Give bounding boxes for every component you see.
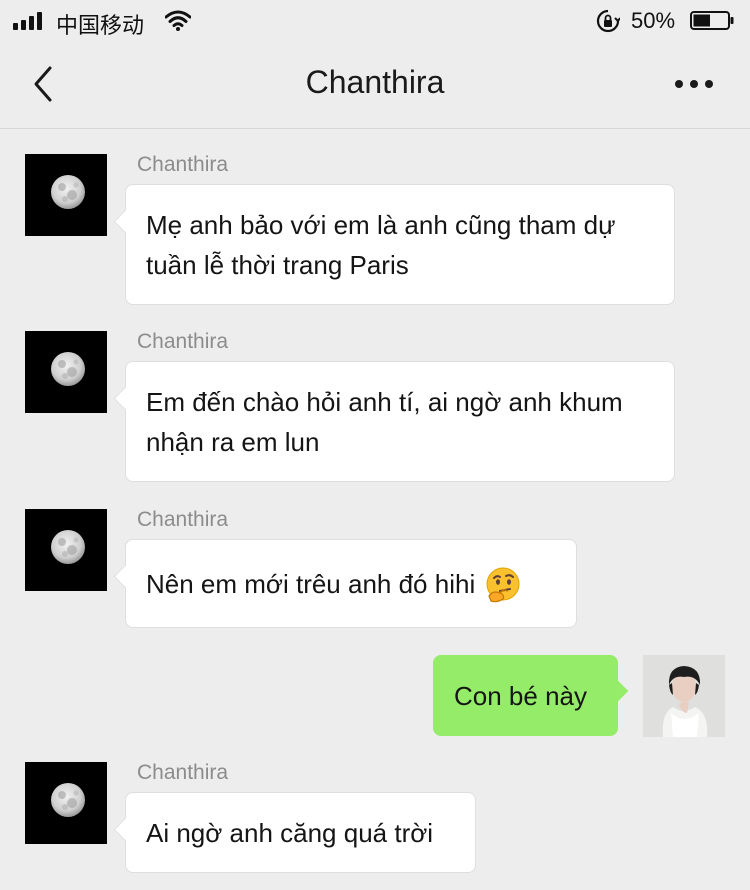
carrier-label: 中国移动 (56, 14, 145, 39)
chat-title: Chanthira (305, 64, 445, 100)
moon-avatar-image (51, 530, 85, 564)
rotation-lock-icon (596, 9, 620, 33)
sender-name: Chanthira (137, 153, 229, 176)
moon-avatar-image (51, 175, 85, 209)
wifi-icon (165, 10, 191, 31)
message-text: Nên em mới trêu anh đó hihi (146, 569, 476, 599)
message-bubble[interactable]: Em đến chào hỏi anh tí, ai ngờ anh khum … (125, 361, 675, 482)
sender-name: Chanthira (137, 508, 229, 531)
thinking-face-emoji (486, 567, 520, 603)
contact-avatar[interactable] (25, 154, 107, 236)
battery-icon (690, 11, 734, 30)
sender-name: Chanthira (137, 761, 229, 784)
contact-avatar[interactable] (25, 509, 107, 591)
signal-strength-icon (13, 12, 47, 30)
contact-avatar[interactable] (25, 762, 107, 844)
battery-percentage: 50% (631, 8, 676, 33)
outgoing-message-bubble[interactable]: Con bé này (433, 655, 618, 736)
message-bubble[interactable]: Mẹ anh bảo với em là anh cũng tham dự tu… (125, 184, 675, 305)
status-bar: 中国移动 50% (0, 0, 750, 42)
sender-name: Chanthira (137, 330, 229, 353)
message-bubble[interactable]: Ai ngờ anh căng quá trời (125, 792, 476, 873)
message-bubble[interactable]: Nên em mới trêu anh đó hihi (125, 539, 577, 628)
moon-avatar-image (51, 783, 85, 817)
user-avatar[interactable] (643, 655, 725, 737)
contact-avatar[interactable] (25, 331, 107, 413)
more-dots-icon[interactable] (672, 72, 716, 96)
chat-header: Chanthira (0, 42, 750, 129)
moon-avatar-image (51, 352, 85, 386)
